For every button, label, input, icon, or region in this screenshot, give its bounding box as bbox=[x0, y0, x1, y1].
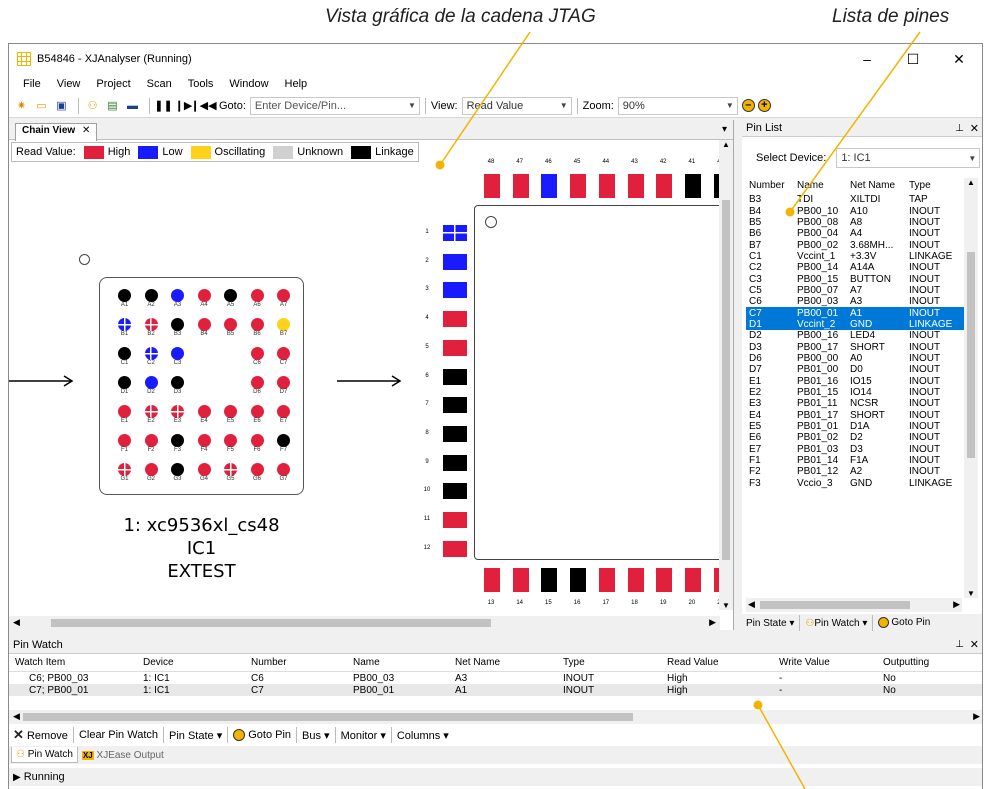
leader-pin-watch-dot bbox=[753, 700, 763, 710]
leader-chain-view-dot bbox=[435, 160, 445, 170]
leader-chain-view bbox=[439, 31, 531, 166]
leader-pin-list-dot bbox=[785, 207, 795, 217]
annotation-leaders bbox=[435, 31, 921, 789]
leader-pin-watch bbox=[757, 704, 806, 789]
leader-pin-list bbox=[789, 31, 921, 213]
